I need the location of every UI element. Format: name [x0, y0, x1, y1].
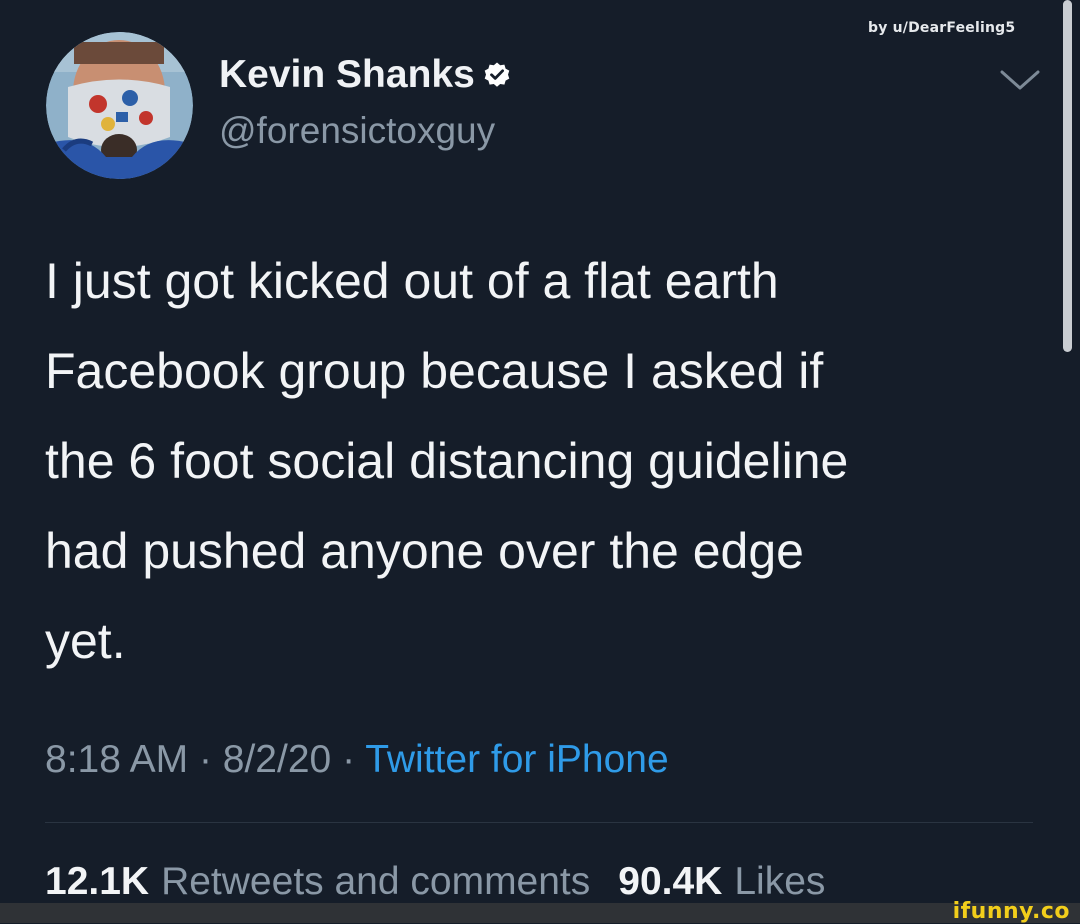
display-name[interactable]: Kevin Shanks — [219, 55, 475, 94]
footer-band — [0, 903, 1080, 923]
likes-label: Likes — [734, 860, 826, 903]
verified-badge-icon — [483, 61, 511, 89]
tweet-date[interactable]: 8/2/20 — [223, 738, 331, 781]
retweets-count: 12.1K — [45, 860, 150, 903]
retweets-stat[interactable]: 12.1K Retweets and comments — [45, 862, 590, 901]
avatar[interactable] — [46, 32, 193, 179]
scrollbar[interactable] — [1063, 0, 1072, 352]
meta-separator: · — [342, 738, 356, 781]
likes-count: 90.4K — [618, 860, 723, 903]
chevron-down-icon[interactable] — [998, 68, 1042, 94]
tweet-time: 8:18 AM — [45, 738, 189, 781]
likes-stat[interactable]: 90.4K Likes — [618, 862, 825, 901]
tweet-stats: 12.1K Retweets and comments 90.4K Likes — [45, 862, 825, 901]
reddit-credit-watermark: by u/DearFeeling5 — [868, 20, 1016, 36]
retweets-label: Retweets and comments — [161, 860, 591, 903]
tweet-source-link[interactable]: Twitter for iPhone — [365, 738, 668, 781]
divider — [45, 822, 1033, 823]
ifunny-watermark: ifunny.co — [952, 899, 1070, 924]
tweet-meta: 8:18 AM · 8/2/20 · Twitter for iPhone — [45, 740, 669, 779]
meta-separator: · — [198, 738, 212, 781]
user-handle[interactable]: @forensictoxguy — [219, 112, 495, 149]
author-name-row[interactable]: Kevin Shanks — [219, 55, 511, 94]
tweet-text: I just got kicked out of a flat earth Fa… — [45, 253, 849, 669]
avatar-image — [46, 32, 193, 179]
